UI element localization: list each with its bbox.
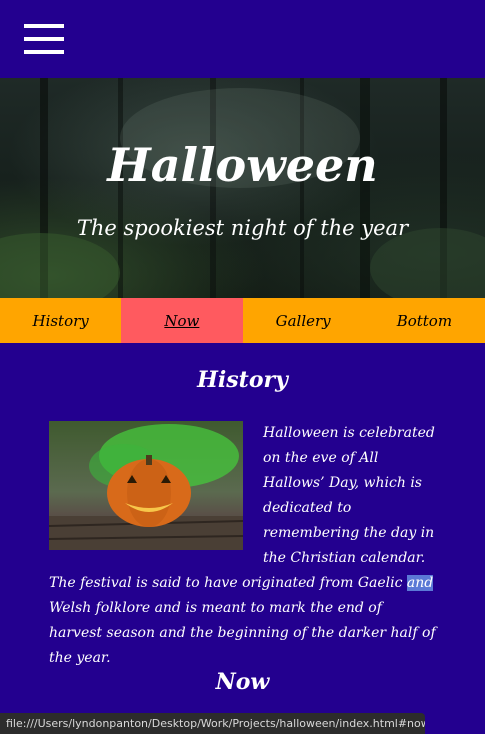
nav-link-history[interactable]: History (0, 298, 121, 343)
nav-link-now[interactable]: Now (121, 298, 243, 343)
nav-link-bottom[interactable]: Bottom (364, 298, 485, 343)
link-status-bar: file:///Users/lyndonpanton/Desktop/Work/… (0, 713, 425, 734)
hero-banner: Halloween The spookiest night of the yea… (0, 78, 485, 298)
now-heading: Now (215, 669, 270, 695)
top-bar (0, 0, 485, 78)
nav-link-gallery[interactable]: Gallery (243, 298, 364, 343)
main-content: History Halloween is celebrated on the e… (0, 343, 485, 734)
history-paragraph: Halloween is celebrated on the eve of Al… (49, 421, 439, 671)
history-text-continued: Welsh folklore and is meant to mark the … (49, 600, 436, 666)
selected-text: and (406, 575, 434, 591)
menu-bar-line (24, 37, 64, 41)
page-title: Halloween (107, 138, 378, 192)
menu-bar-line (24, 50, 64, 54)
hamburger-menu-icon[interactable] (24, 24, 64, 54)
menu-bar-line (24, 24, 64, 28)
section-nav: History Now Gallery Bottom (0, 298, 485, 343)
history-heading: History (197, 367, 288, 393)
page-subtitle: The spookiest night of the year (76, 216, 409, 240)
